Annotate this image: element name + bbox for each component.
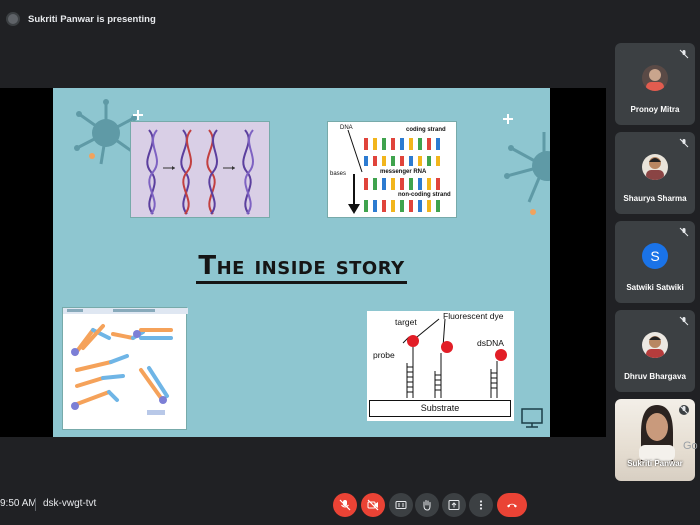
dna-loops-icon — [63, 308, 188, 415]
avatar — [642, 332, 668, 358]
more-vertical-icon — [479, 500, 483, 510]
meeting-code: dsk-vwgt-tvt — [43, 498, 97, 509]
camera-feed-person — [639, 405, 675, 461]
dna-loops-image — [62, 307, 188, 430]
dsdna-label: dsDNA — [477, 338, 504, 348]
participant-tile[interactable]: S Satwiki Satwiki — [615, 221, 695, 303]
dot-icon — [530, 209, 536, 215]
mic-off-icon — [679, 138, 689, 148]
mic-toggle-button[interactable] — [333, 493, 357, 517]
leave-call-button[interactable] — [497, 493, 527, 517]
participant-name: Pronoy Mitra — [630, 105, 680, 114]
slide-title: The inside story — [53, 251, 550, 284]
mic-off-icon — [679, 405, 689, 415]
slide-title-text: The inside story — [196, 251, 407, 284]
base-pairs-icon — [347, 129, 440, 214]
present-button[interactable] — [442, 493, 466, 517]
mic-off-icon — [339, 499, 351, 511]
avatar: S — [642, 243, 668, 269]
slide: DNA coding strand bases messenger RNA no… — [53, 88, 550, 437]
microarray-diagram: target Fluorescent dye probe dsDNA Subst… — [367, 311, 514, 421]
divider — [35, 498, 36, 511]
monitor-icon — [521, 408, 543, 428]
fluorescent-dye-label: Fluorescent dye — [443, 311, 504, 321]
hand-icon — [423, 500, 431, 511]
presenter-avatar — [6, 12, 20, 26]
avatar — [642, 154, 668, 180]
dna-helix-icon — [146, 129, 254, 215]
presenting-banner: Sukriti Panwar is presenting — [28, 13, 156, 25]
mic-off-icon — [679, 227, 689, 237]
present-screen-icon — [448, 500, 460, 510]
sparkle-icon — [503, 114, 513, 124]
target-label: target — [395, 317, 417, 327]
top-bar: Sukriti Panwar is presenting — [0, 0, 700, 38]
sparkle-icon — [133, 110, 143, 120]
mic-off-icon — [679, 316, 689, 326]
camera-toggle-button[interactable] — [361, 493, 385, 517]
more-options-button[interactable] — [469, 493, 493, 517]
presentation-stage[interactable]: DNA coding strand bases messenger RNA no… — [0, 88, 606, 437]
activate-watermark: Go — [683, 440, 698, 452]
bottom-bar: 9:50 AM dsk-vwgt-tvt — [0, 487, 700, 525]
participant-tile[interactable]: Shaurya Sharma — [615, 132, 695, 214]
avatar — [642, 65, 668, 91]
dna-transcription-image: DNA coding strand bases messenger RNA no… — [327, 121, 457, 218]
probe-label: probe — [373, 350, 395, 360]
virus-illustration-icon — [504, 132, 550, 203]
participant-tile[interactable]: Pronoy Mitra — [615, 43, 695, 125]
mic-off-icon — [679, 49, 689, 59]
captions-button[interactable] — [389, 493, 413, 517]
participant-name: Shaurya Sharma — [623, 194, 687, 203]
participant-name: Dhruv Bhargava — [624, 372, 686, 381]
participant-tile[interactable]: Dhruv Bhargava — [615, 310, 695, 392]
camera-off-icon — [367, 499, 379, 511]
participant-name: Sukriti Panwar — [627, 459, 683, 468]
participant-name: Satwiki Satwiki — [626, 283, 684, 292]
dot-icon — [89, 153, 95, 159]
substrate-label: Substrate — [369, 400, 511, 417]
raise-hand-button[interactable] — [415, 493, 439, 517]
dna-replication-image — [130, 121, 270, 218]
end-call-icon — [507, 503, 517, 508]
clock: 9:50 AM — [0, 498, 37, 509]
closed-captions-icon — [395, 501, 407, 509]
